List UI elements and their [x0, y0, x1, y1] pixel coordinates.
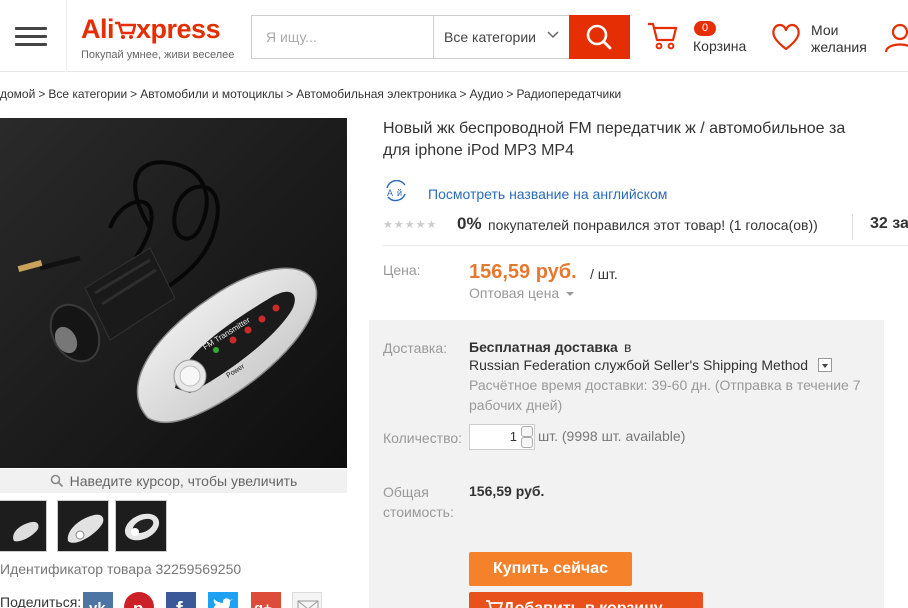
translate-icon[interactable]: A й: [383, 180, 411, 202]
zoom-hint-text: Наведите курсор, чтобы увеличить: [69, 473, 298, 489]
facebook-icon[interactable]: f: [166, 592, 196, 608]
breadcrumb-item[interactable]: Автомобили и мотоциклы: [140, 87, 283, 101]
quantity-increase-button[interactable]: [521, 426, 533, 437]
svg-text:A: A: [387, 188, 393, 198]
thumbnail-image: [116, 501, 166, 551]
email-icon[interactable]: [292, 592, 322, 608]
product-title: Новый жк беспроводной FM передатчик ж / …: [383, 118, 908, 162]
breadcrumb-item[interactable]: Радиопередатчики: [516, 87, 621, 101]
category-select[interactable]: Все категории: [433, 16, 569, 58]
thumbnail-image: [58, 501, 108, 551]
svg-text:vk: vk: [89, 600, 106, 608]
cart-icon[interactable]: [646, 20, 680, 52]
divider: [383, 245, 908, 246]
breadcrumb-item[interactable]: Все категории: [48, 87, 127, 101]
rating-percent: 0%: [457, 214, 482, 233]
logo-text-right: xpress: [136, 14, 221, 44]
shipping-free: Бесплатная доставка: [469, 339, 618, 355]
wishlist-label-line-1: Мои: [811, 22, 839, 38]
search-bar: Все категории: [251, 15, 630, 59]
site-header: Ali xpress Покупай умнее, живи веселее В…: [0, 0, 908, 72]
svg-text:p: p: [133, 599, 143, 608]
total-value: 156,59 руб.: [469, 483, 545, 499]
logo-cart-icon: [115, 21, 137, 39]
slogan: Покупай умнее, живи веселее: [81, 49, 235, 61]
wishlist-label-line-2: желания: [811, 39, 867, 55]
search-icon: [586, 24, 612, 50]
product-title-line-1: Новый жк беспроводной FM передатчик ж / …: [383, 120, 846, 137]
thumbnail-image: [0, 501, 46, 551]
magnifier-icon: [50, 474, 63, 488]
price-label: Цена:: [383, 262, 421, 278]
shipping-in: в: [624, 339, 632, 355]
search-button[interactable]: [569, 15, 630, 59]
product-title-line-2: для iphone iPod MP3 MP4: [383, 142, 574, 159]
rating-divider: [852, 214, 853, 240]
caret-down-icon: [822, 364, 828, 368]
twitter-icon[interactable]: [208, 592, 238, 608]
fm-transmitter-image: FM Transmitter Power: [0, 118, 347, 468]
breadcrumb-item[interactable]: Аудио: [470, 87, 504, 101]
wholesale-price-label: Оптовая цена: [469, 285, 560, 301]
quantity-value[interactable]: 1: [510, 429, 517, 444]
svg-text:g+: g+: [254, 600, 272, 608]
zoom-hint: Наведите курсор, чтобы увеличить: [0, 469, 347, 493]
shipping-method: Russian Federation службой Seller's Ship…: [469, 357, 809, 373]
product-thumbnail[interactable]: [115, 500, 167, 552]
shipping-method-dropdown[interactable]: [818, 358, 832, 372]
aliexpress-logo[interactable]: Ali xpress: [81, 14, 221, 45]
category-select-label: Все категории: [444, 29, 536, 45]
quantity-stepper[interactable]: 1: [469, 424, 535, 450]
caret-down-icon: [566, 292, 575, 296]
breadcrumb: домой > Все категории > Автомобили и мотоцик…: [0, 87, 622, 101]
breadcrumb-item[interactable]: домой: [0, 87, 35, 101]
logo-text-left: Ali: [81, 14, 115, 44]
cart-icon: [486, 600, 504, 608]
svg-text:й: й: [397, 188, 402, 198]
cart-count-badge: 0: [694, 21, 716, 36]
wholesale-price-toggle[interactable]: Оптовая цена: [469, 285, 575, 301]
product-thumbnail[interactable]: [57, 500, 109, 552]
chevron-down-icon: [547, 31, 559, 39]
search-input[interactable]: [252, 16, 432, 58]
buy-now-button[interactable]: Купить сейчас: [469, 552, 632, 586]
quantity-decrease-button[interactable]: [521, 437, 533, 448]
orders-count: 32 за: [870, 215, 908, 232]
breadcrumb-item[interactable]: Автомобильная электроника: [296, 87, 456, 101]
total-label: Общая стоимость:: [383, 484, 454, 520]
cart-label[interactable]: Корзина: [693, 38, 746, 54]
rating-text[interactable]: покупателей понравился этот товар! (1 го…: [488, 217, 818, 233]
price-value: 156,59 руб.: [469, 261, 577, 283]
wishlist-label[interactable]: Мои желания: [811, 22, 871, 56]
svg-text:f: f: [176, 599, 183, 608]
quantity-available: шт. (9998 шт. available): [538, 428, 686, 444]
share-label: Поделиться:: [0, 594, 82, 608]
price-unit: / шт.: [590, 266, 618, 282]
product-thumbnail[interactable]: [0, 500, 47, 552]
hamburger-menu-icon[interactable]: [15, 27, 47, 47]
product-main-image[interactable]: FM Transmitter Power: [0, 118, 347, 468]
heart-icon[interactable]: [770, 22, 802, 52]
shipping-label: Доставка:: [383, 340, 448, 356]
product-id: Идентификатор товара 32259569250: [0, 561, 242, 577]
user-icon[interactable]: [884, 22, 908, 54]
shipping-time: Расчётное время доставки: 39-60 дн. (Отп…: [469, 377, 861, 413]
translate-title-link[interactable]: Посмотреть название на английском: [428, 186, 667, 202]
rating-row: ★★★★★ 0% покупателей понравился этот тов…: [383, 214, 908, 242]
rating-stars-icon: ★★★★★: [383, 219, 438, 231]
quantity-label: Количество:: [383, 430, 463, 446]
add-to-cart-button[interactable]: Добавить в корзину: [469, 592, 703, 608]
google-plus-icon[interactable]: g+: [251, 592, 281, 608]
logo-block[interactable]: Ali xpress Покупай умнее, живи веселее: [66, 0, 246, 72]
add-to-cart-label: Добавить в корзину: [503, 600, 663, 608]
pinterest-icon[interactable]: p: [124, 592, 154, 608]
vk-icon[interactable]: vk: [83, 592, 113, 608]
